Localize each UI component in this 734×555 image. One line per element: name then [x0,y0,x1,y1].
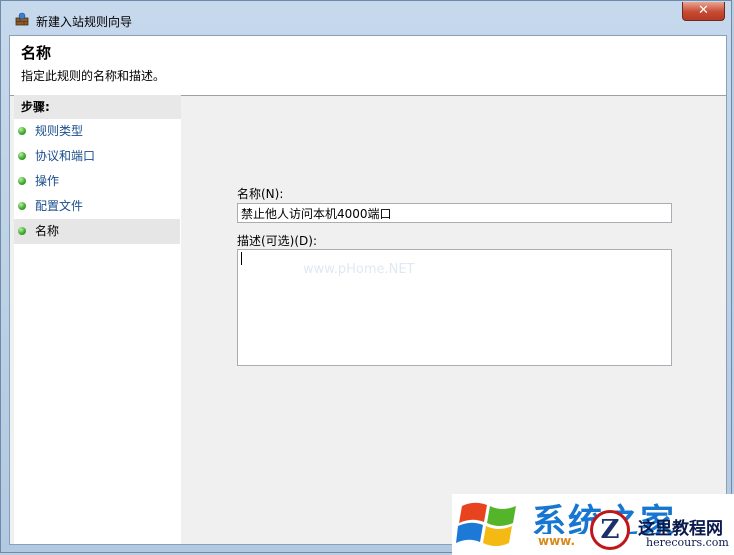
client-area: 名称 指定此规则的名称和描述。 步骤: 规则类型 协议和端口 操作 配置文件 名… [9,35,727,545]
site-badge-icon: Z [590,510,630,550]
step-status-icon [18,127,26,135]
step-action[interactable]: 操作 [14,169,180,194]
window-title: 新建入站规则向导 [36,15,133,29]
title-bar[interactable]: 新建入站规则向导 ✕ [1,1,731,35]
step-status-icon [18,177,26,185]
firewall-icon [15,12,29,26]
name-label: 名称(N): [237,187,284,201]
brand-url: www. [538,534,576,548]
step-rule-type[interactable]: 规则类型 [14,119,180,144]
watermark-text: www.pHome.NET [303,262,415,277]
step-label: 名称 [35,224,60,238]
step-label: 操作 [35,174,60,188]
step-protocol-ports[interactable]: 协议和端口 [14,144,180,169]
wizard-window: 新建入站规则向导 ✕ 名称 指定此规则的名称和描述。 步骤: 规则类型 协议和端… [0,0,732,553]
step-profile[interactable]: 配置文件 [14,194,180,219]
site-domain: herecours.com [646,536,729,549]
step-name[interactable]: 名称 [14,219,180,244]
step-label: 配置文件 [35,199,84,213]
description-label: 描述(可选)(D): [237,234,318,248]
step-status-icon [18,152,26,160]
step-label: 协议和端口 [35,149,96,163]
site-logo-overlay: 系统之家 www. Z 这里教程网 herecours.com [452,494,734,555]
close-button[interactable]: ✕ [682,2,725,21]
windows-logo-icon [456,502,516,546]
step-status-icon [18,202,26,210]
step-status-icon [18,227,26,235]
step-label: 规则类型 [35,124,84,138]
steps-heading: 步骤: [14,95,181,119]
page-title: 名称 [21,44,52,62]
steps-panel: 步骤: 规则类型 协议和端口 操作 配置文件 名称 [14,95,181,544]
text-caret [241,252,242,265]
page-description: 指定此规则的名称和描述。 [21,69,166,83]
name-field[interactable] [237,203,672,223]
wizard-header: 名称 指定此规则的名称和描述。 [10,36,726,96]
